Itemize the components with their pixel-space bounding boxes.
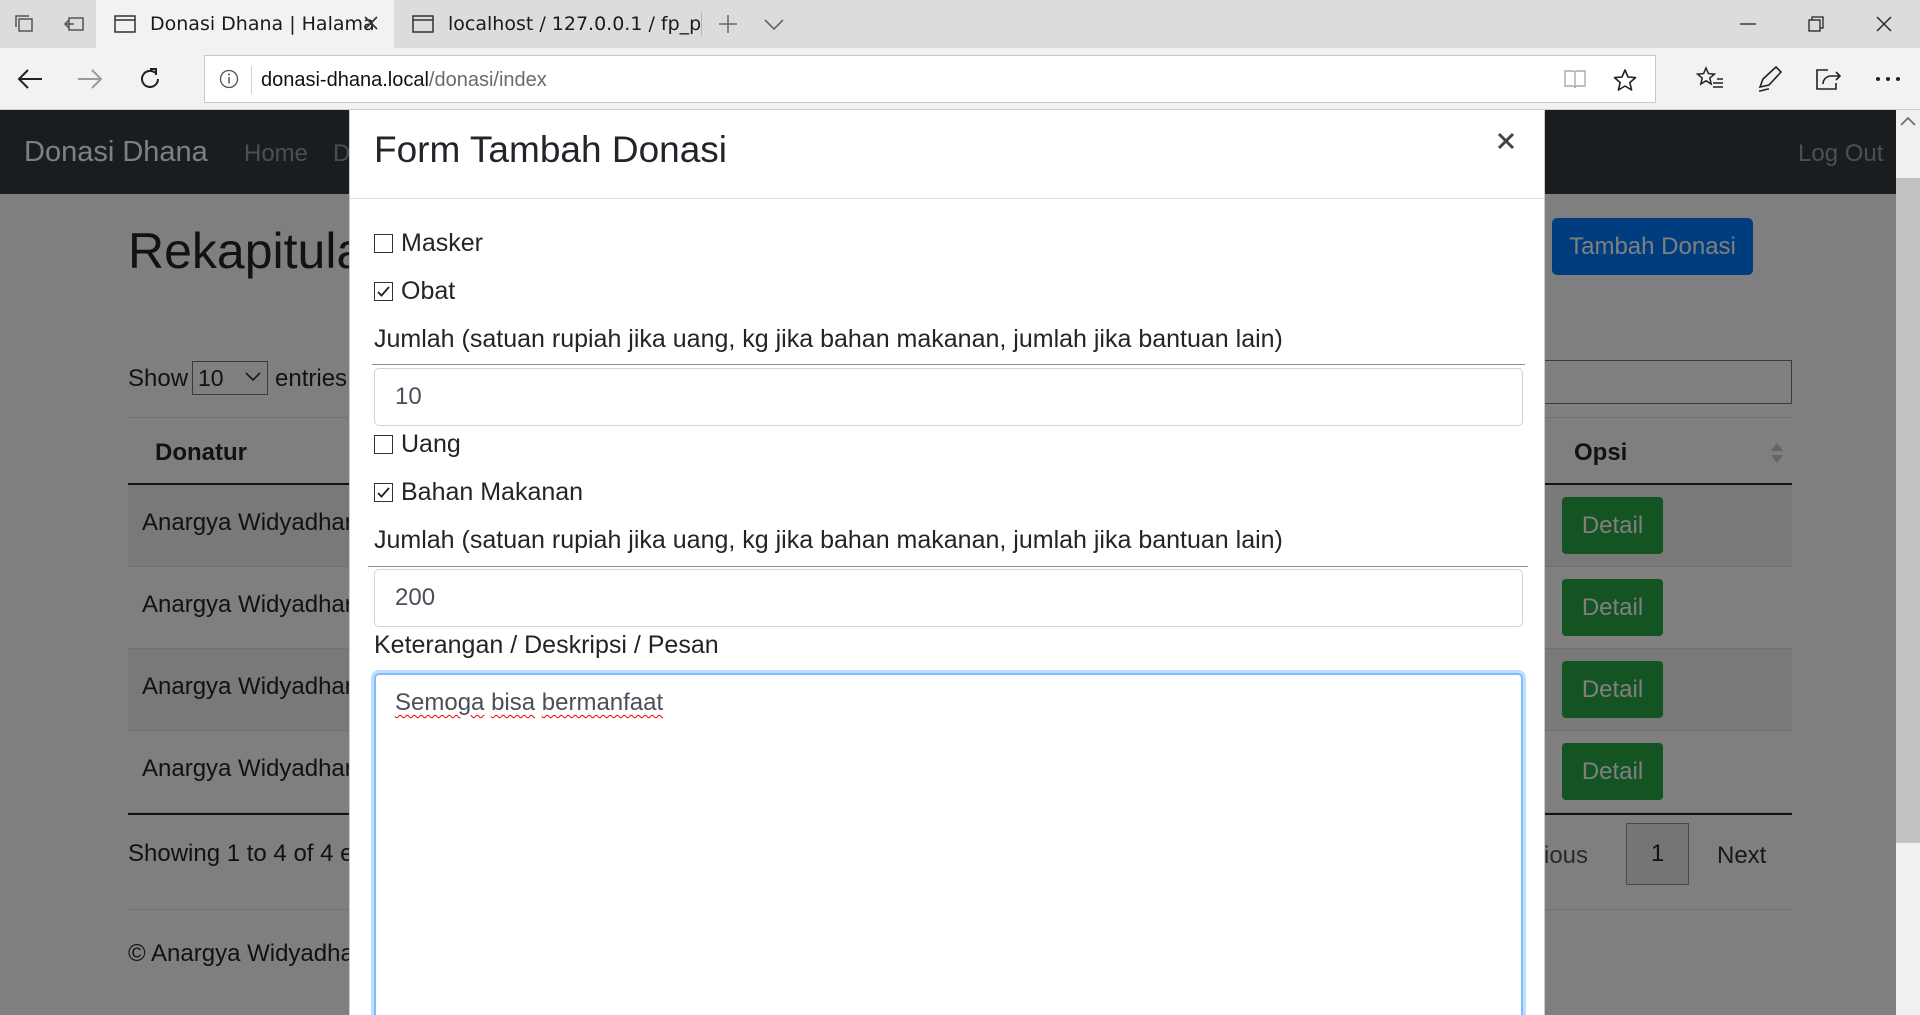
field-edge	[368, 566, 1528, 567]
field-edge	[372, 364, 1525, 365]
address-divider	[251, 66, 252, 94]
tab-title: localhost / 127.0.0.1 / fp_pb	[448, 13, 700, 35]
tambah-donasi-modal: Form Tambah Donasi Masker Obat Jumlah (s…	[349, 110, 1545, 1015]
restore-icon[interactable]	[1782, 0, 1850, 48]
close-icon[interactable]	[362, 14, 380, 32]
back-tabs-icon[interactable]	[52, 0, 96, 48]
checkbox-box[interactable]	[374, 483, 393, 502]
minimize-icon[interactable]	[1714, 0, 1782, 48]
textarea-word: Semoga	[395, 689, 485, 716]
url-host: donasi-dhana.local	[261, 69, 429, 91]
more-icon[interactable]	[1864, 56, 1912, 102]
forward-arrow-icon[interactable]	[66, 56, 114, 102]
address-bar[interactable]: donasi-dhana.local/donasi/index	[204, 55, 1656, 103]
textarea-word: bisa	[491, 689, 536, 716]
url-path: /donasi/index	[428, 69, 547, 91]
page-scrollbar[interactable]	[1896, 110, 1920, 1015]
share-icon[interactable]	[1804, 56, 1852, 102]
url-text[interactable]: donasi-dhana.local/donasi/index	[261, 69, 547, 92]
checkbox-box[interactable]	[374, 282, 393, 301]
new-tab-plus-icon[interactable]	[706, 0, 750, 48]
refresh-icon[interactable]	[126, 56, 174, 102]
textarea-word: bermanfaat	[541, 689, 664, 716]
checkbox-box[interactable]	[374, 435, 393, 454]
tab-bar: Donasi Dhana | Halama localhost / 127.0.…	[0, 0, 1920, 48]
tab-separator	[701, 12, 702, 36]
pen-icon[interactable]	[1746, 56, 1794, 102]
checkbox-masker[interactable]: Masker	[374, 229, 483, 258]
modal-title: Form Tambah Donasi	[374, 129, 728, 170]
page-icon	[114, 15, 136, 33]
keterangan-label: Keterangan / Deskripsi / Pesan	[374, 631, 719, 659]
back-arrow-icon[interactable]	[6, 56, 54, 102]
close-icon[interactable]	[1497, 132, 1515, 150]
jumlah-input[interactable]: 10	[374, 368, 1523, 426]
checkbox-label: Uang	[401, 430, 461, 458]
checkbox-label: Masker	[401, 229, 483, 257]
checkbox-box[interactable]	[374, 234, 393, 253]
jumlah-input[interactable]: 200	[374, 569, 1523, 627]
modal-header-divider	[350, 198, 1544, 199]
chevron-down-icon[interactable]	[752, 0, 796, 48]
tab-list-icon[interactable]	[2, 0, 46, 48]
reading-view-icon[interactable]	[1563, 68, 1587, 90]
checkbox-label: Bahan Makanan	[401, 478, 584, 506]
jumlah-label: Jumlah (satuan rupiah jika uang, kg jika…	[374, 526, 1283, 554]
keterangan-textarea[interactable]: Semoga bisa bermanfaat	[374, 673, 1523, 1015]
tab-title: Donasi Dhana | Halama	[150, 13, 375, 35]
scroll-up-icon[interactable]	[1900, 116, 1916, 126]
browser-toolbar: donasi-dhana.local/donasi/index	[0, 48, 1920, 110]
checkbox-label: Obat	[401, 277, 456, 305]
page-icon	[412, 15, 434, 33]
star-icon[interactable]	[1613, 68, 1637, 92]
scrollbar-thumb[interactable]	[1896, 178, 1920, 843]
check-icon	[377, 286, 390, 297]
close-icon[interactable]	[1850, 0, 1918, 48]
info-icon[interactable]	[219, 69, 239, 89]
favorites-icon[interactable]	[1686, 56, 1734, 102]
checkbox-bahan-makanan[interactable]: Bahan Makanan	[374, 478, 583, 507]
jumlah-label: Jumlah (satuan rupiah jika uang, kg jika…	[374, 325, 1283, 353]
checkbox-uang[interactable]: Uang	[374, 430, 461, 459]
check-icon	[377, 487, 390, 498]
checkbox-obat[interactable]: Obat	[374, 277, 455, 306]
tab-donasi-dhana[interactable]: Donasi Dhana | Halama	[96, 0, 394, 48]
tab-localhost[interactable]: localhost / 127.0.0.1 / fp_pb	[394, 0, 700, 48]
